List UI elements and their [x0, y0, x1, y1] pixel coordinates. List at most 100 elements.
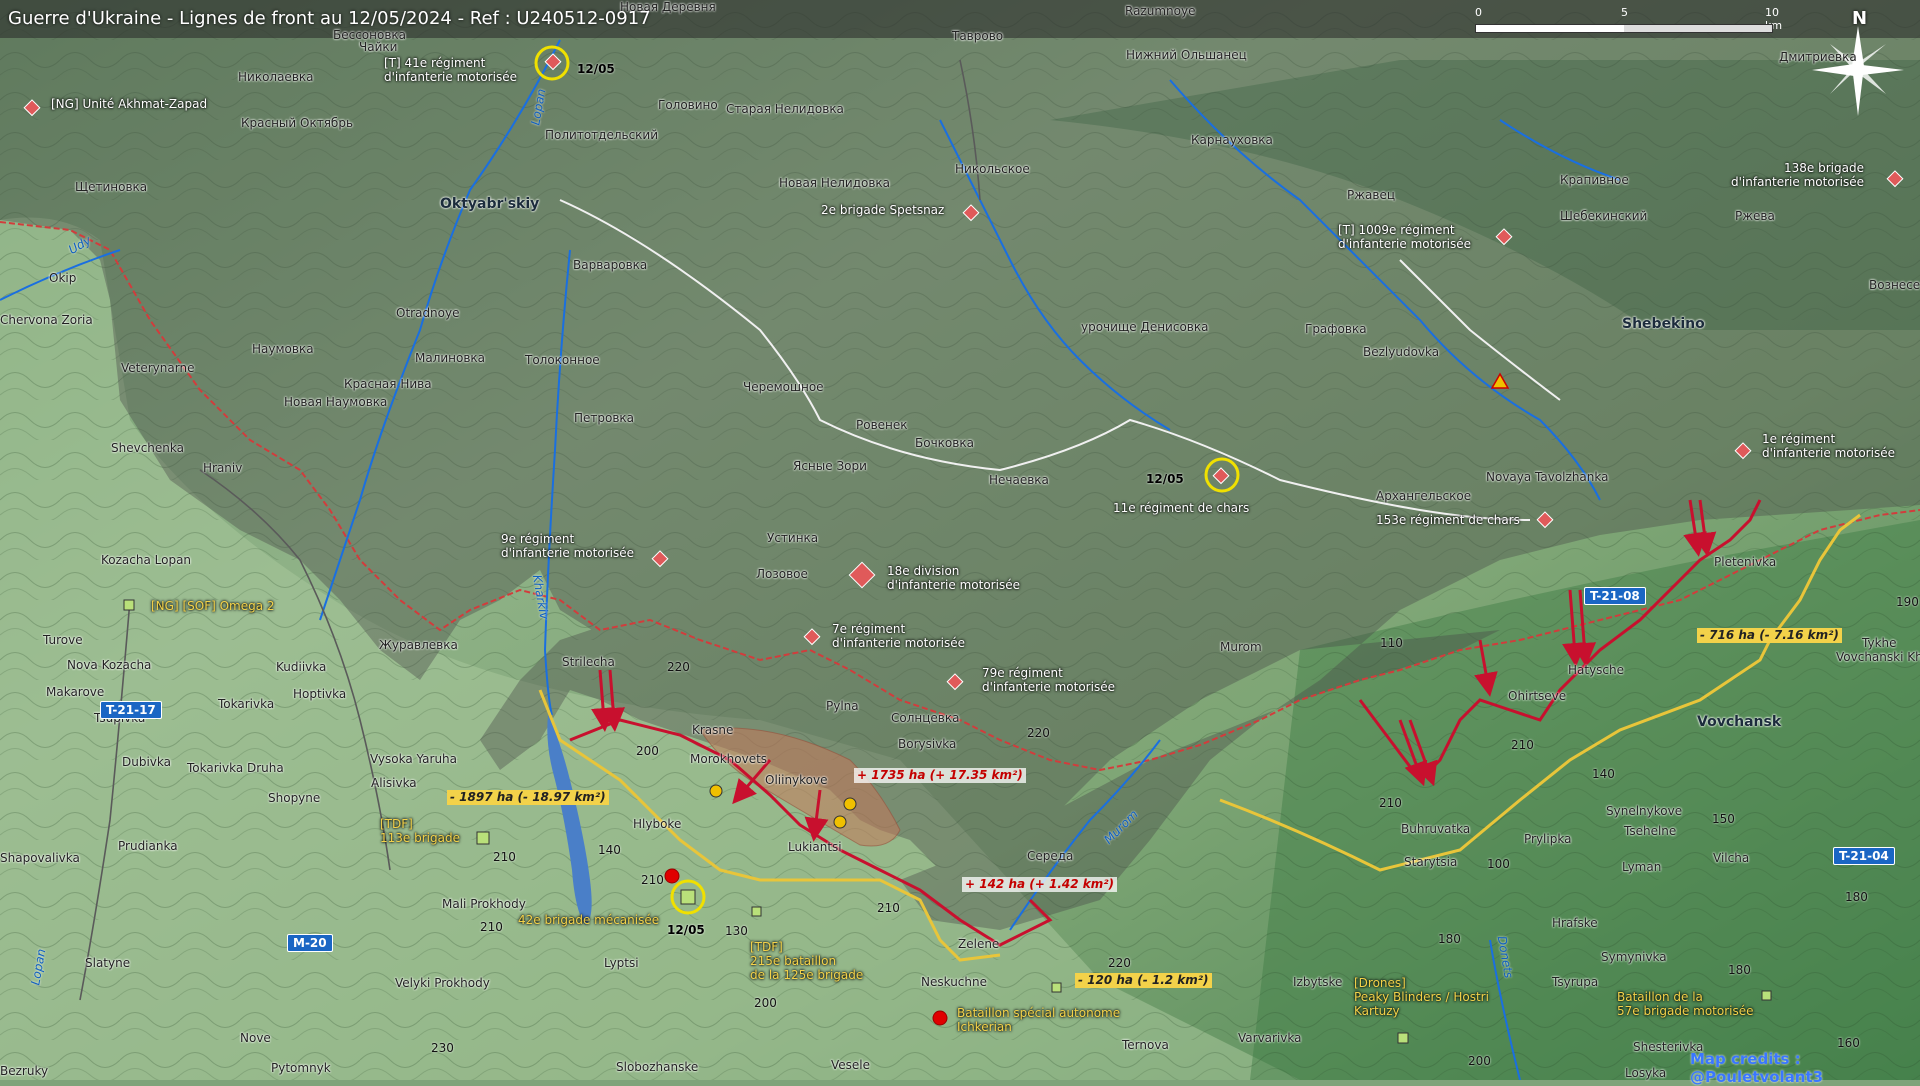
place-label: Tokarivka	[218, 697, 275, 711]
map-credits[interactable]: Map credits : @Pouletvolant3	[1690, 1050, 1920, 1086]
place-label: Таврово	[952, 29, 1004, 43]
place-label: Лозовое	[756, 567, 808, 581]
elevation-label: 220	[1108, 956, 1131, 970]
town-razumnoye: Razumnoye	[1125, 4, 1196, 18]
unit-label: d'infanterie motorisée	[1731, 175, 1864, 189]
elevation-label: 190	[1896, 595, 1919, 609]
place-label: Hraniv	[203, 461, 243, 475]
place-label: Головино	[658, 98, 718, 112]
elevation-label: 200	[636, 744, 659, 758]
elevation-label: 140	[1592, 767, 1615, 781]
place-label: Pytomnyk	[271, 1061, 331, 1075]
unit-18-division[interactable]: 18e division d'infanterie motorisée	[887, 564, 1020, 592]
unit-label: d'infanterie motorisée	[501, 546, 634, 560]
place-label: Ржавец	[1347, 188, 1396, 202]
area-gain-ru-1: + 1735 ha (+ 17.35 km²)	[854, 768, 1026, 783]
place-label: Красная Нива	[344, 377, 432, 391]
elevation-label: 210	[1379, 796, 1402, 810]
unit-57-brigade[interactable]: Bataillon de la 57e brigade motorisée	[1617, 990, 1754, 1018]
place-label: Symynivka	[1601, 950, 1667, 964]
place-label: Tykhe	[1862, 636, 1897, 650]
unit-label: d'infanterie motorisée	[832, 636, 965, 650]
unit-label: Bataillon spécial autonome	[957, 1006, 1121, 1020]
unit-42-brigade[interactable]: 42e brigade mécanisée	[518, 913, 659, 927]
elevation-label: 200	[754, 996, 777, 1010]
place-label: Lukiantsi	[788, 840, 842, 854]
place-label: Hrafske	[1552, 916, 1598, 930]
unit-label: 79e régiment	[982, 666, 1063, 680]
place-label: Hoptivka	[293, 687, 347, 701]
road-badge-m20: M-20	[287, 934, 333, 952]
unit-2-spetsnaz[interactable]: 2e brigade Spetsnaz	[821, 203, 944, 217]
place-label: Щетиновка	[75, 180, 148, 194]
place-label: Oliinykove	[765, 773, 828, 787]
road-badge-t2104: T-21-04	[1833, 847, 1895, 865]
unit-label: Bataillon de la	[1617, 990, 1703, 1004]
unit-7-regiment[interactable]: 7e régiment d'infanterie motorisée	[832, 622, 965, 650]
unit-label: [TDF]	[750, 940, 783, 954]
unit-drones[interactable]: [Drones] Peaky Blinders / Hostri Kartuzy	[1354, 976, 1489, 1018]
unit-11-tank-regiment[interactable]: 11e régiment de chars	[1113, 501, 1249, 515]
place-label: Hatysche	[1568, 663, 1625, 677]
place-label: Novaya Tavolzhanka	[1486, 470, 1609, 484]
place-label: Малиновка	[415, 351, 486, 365]
place-label: Otradnoye	[396, 306, 460, 320]
unit-41-regiment[interactable]: [T] 41e régiment d'infanterie motorisée	[384, 56, 517, 84]
place-label: Журавлевка	[379, 638, 458, 652]
elevation-label: 180	[1438, 932, 1461, 946]
place-label: Lyman	[1622, 860, 1662, 874]
town-oktyabrskiy: Oktyabr'skiy	[440, 196, 540, 212]
place-label: Дмитриевка	[1779, 50, 1857, 64]
unit-akhmat[interactable]: [NG] Unité Akhmat-Zapad	[51, 97, 207, 111]
place-label: Архангельское	[1376, 489, 1472, 503]
elevation-label: 180	[1728, 963, 1751, 977]
unit-138-brigade[interactable]: 138e brigade d'infanterie motorisée	[1731, 161, 1864, 189]
unit-omega-2[interactable]: [NG] [SOF] Omega 2	[151, 599, 275, 613]
place-label: Hlyboke	[633, 817, 682, 831]
place-label: Pylna	[826, 699, 859, 713]
elevation-label: 220	[1027, 726, 1050, 740]
scale-bar: 0 5 10 km	[1475, 6, 1782, 36]
place-label: Tsyrupa	[1552, 975, 1599, 989]
place-label: Prylipka	[1524, 832, 1572, 846]
scale-tick-0: 0	[1475, 6, 1482, 19]
place-label: Buhruvatka	[1401, 822, 1471, 836]
unit-113-brigade[interactable]: [TDF] 113e brigade	[380, 817, 460, 845]
place-label: Nova Kozacha	[67, 658, 152, 672]
elevation-label: 200	[1468, 1054, 1491, 1068]
place-label: Chervona Zoria	[0, 313, 93, 327]
unit-1009-regiment[interactable]: [T] 1009e régiment d'infanterie motorisé…	[1338, 223, 1471, 251]
place-label: Zelene	[958, 937, 1000, 951]
unit-label: 215e bataillon	[750, 954, 837, 968]
place-label: Bezruky	[0, 1064, 49, 1078]
unit-label: d'infanterie motorisée	[982, 680, 1115, 694]
place-label: Krasne	[692, 723, 734, 737]
elevation-label: 210	[877, 901, 900, 915]
place-label: Shevchenka	[111, 441, 184, 455]
unit-79-regiment[interactable]: 79e régiment d'infanterie motorisée	[982, 666, 1115, 694]
place-label: Графовка	[1305, 322, 1367, 336]
town-vovchansk: Vovchansk	[1697, 714, 1782, 730]
date-marker: 12/05	[1146, 472, 1184, 486]
unit-label: [T] 1009e régiment	[1338, 223, 1455, 237]
unit-1-regiment[interactable]: 1e régiment d'infanterie motorisée	[1762, 432, 1895, 460]
unit-label: 138e brigade	[1784, 161, 1864, 175]
place-label: Середа	[1027, 849, 1074, 863]
unit-153-tank-regiment[interactable]: 153e régiment de chars	[1376, 513, 1520, 527]
unit-9-regiment[interactable]: 9e régiment d'infanterie motorisée	[501, 532, 634, 560]
area-loss-ua-3: - 716 ha (- 7.16 km²)	[1697, 628, 1842, 643]
place-label: Петровка	[574, 411, 635, 425]
place-label: Новая Наумовка	[284, 395, 388, 409]
place-label: Варваровка	[573, 258, 648, 272]
place-label: Neskuchne	[921, 975, 987, 989]
unit-ichkerian[interactable]: Bataillon spécial autonome Ichkerian	[957, 1006, 1120, 1034]
elevation-label: 150	[1712, 812, 1735, 826]
unit-215-battalion[interactable]: [TDF] 215e bataillon de la 125e brigade	[750, 940, 863, 982]
place-label: Николаевка	[238, 70, 314, 84]
place-label: Наумовка	[252, 342, 314, 356]
scale-tick-5: 5	[1621, 6, 1628, 19]
place-label: Borysivka	[898, 737, 957, 751]
unit-label: Ichkerian	[957, 1020, 1012, 1034]
elevation-label: 210	[480, 920, 503, 934]
place-label: Новая Нелидовка	[779, 176, 891, 190]
